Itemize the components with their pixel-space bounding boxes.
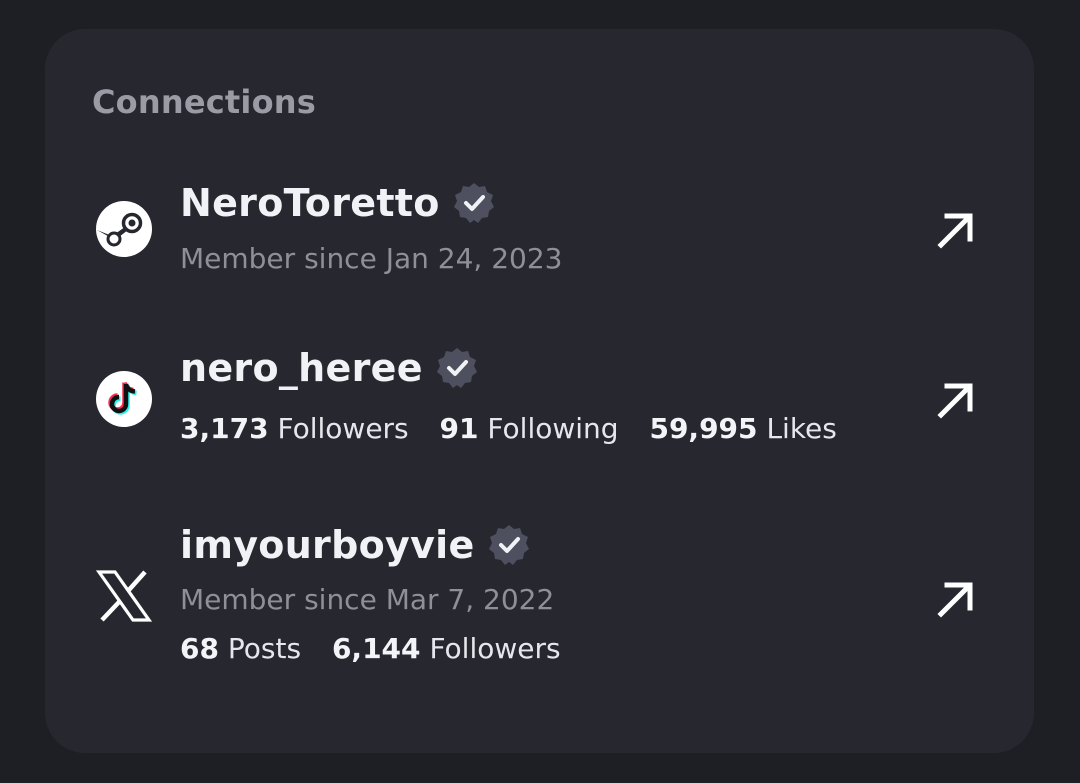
account-name: NeroToretto (180, 181, 440, 225)
external-link-icon[interactable] (933, 576, 979, 622)
member-since: Member since Jan 24, 2023 (180, 242, 563, 275)
account-name: imyourboyvie (180, 523, 475, 567)
verified-badge-icon (488, 525, 529, 565)
section-title: Connections (92, 83, 316, 121)
stats-line: 68 Posts 6,144 Followers (180, 632, 583, 665)
stats-line: 3,173 Followers 91 Following 59,995 Like… (180, 412, 859, 445)
external-link-icon[interactable] (933, 377, 979, 423)
connections-card: Connections NeroToretto Member since Jan… (45, 29, 1034, 753)
stat-following: 91 Following (439, 412, 619, 445)
account-name-line: NeroToretto (180, 181, 496, 225)
account-name-line: imyourboyvie (180, 523, 531, 567)
verified-badge-icon (453, 183, 494, 223)
x-logo-icon (95, 570, 153, 622)
stat-posts: 68 Posts (180, 632, 302, 665)
member-since: Member since Mar 7, 2022 (180, 583, 555, 616)
verified-badge-icon (436, 348, 477, 388)
external-link-icon[interactable] (933, 207, 979, 253)
account-name-line: nero_heree (180, 346, 479, 390)
account-name: nero_heree (180, 346, 423, 390)
stat-likes: 59,995 Likes (649, 412, 837, 445)
stat-followers: 3,173 Followers (180, 412, 409, 445)
stat-followers: 6,144 Followers (331, 632, 561, 665)
steam-icon (96, 201, 152, 257)
tiktok-icon (96, 371, 152, 427)
